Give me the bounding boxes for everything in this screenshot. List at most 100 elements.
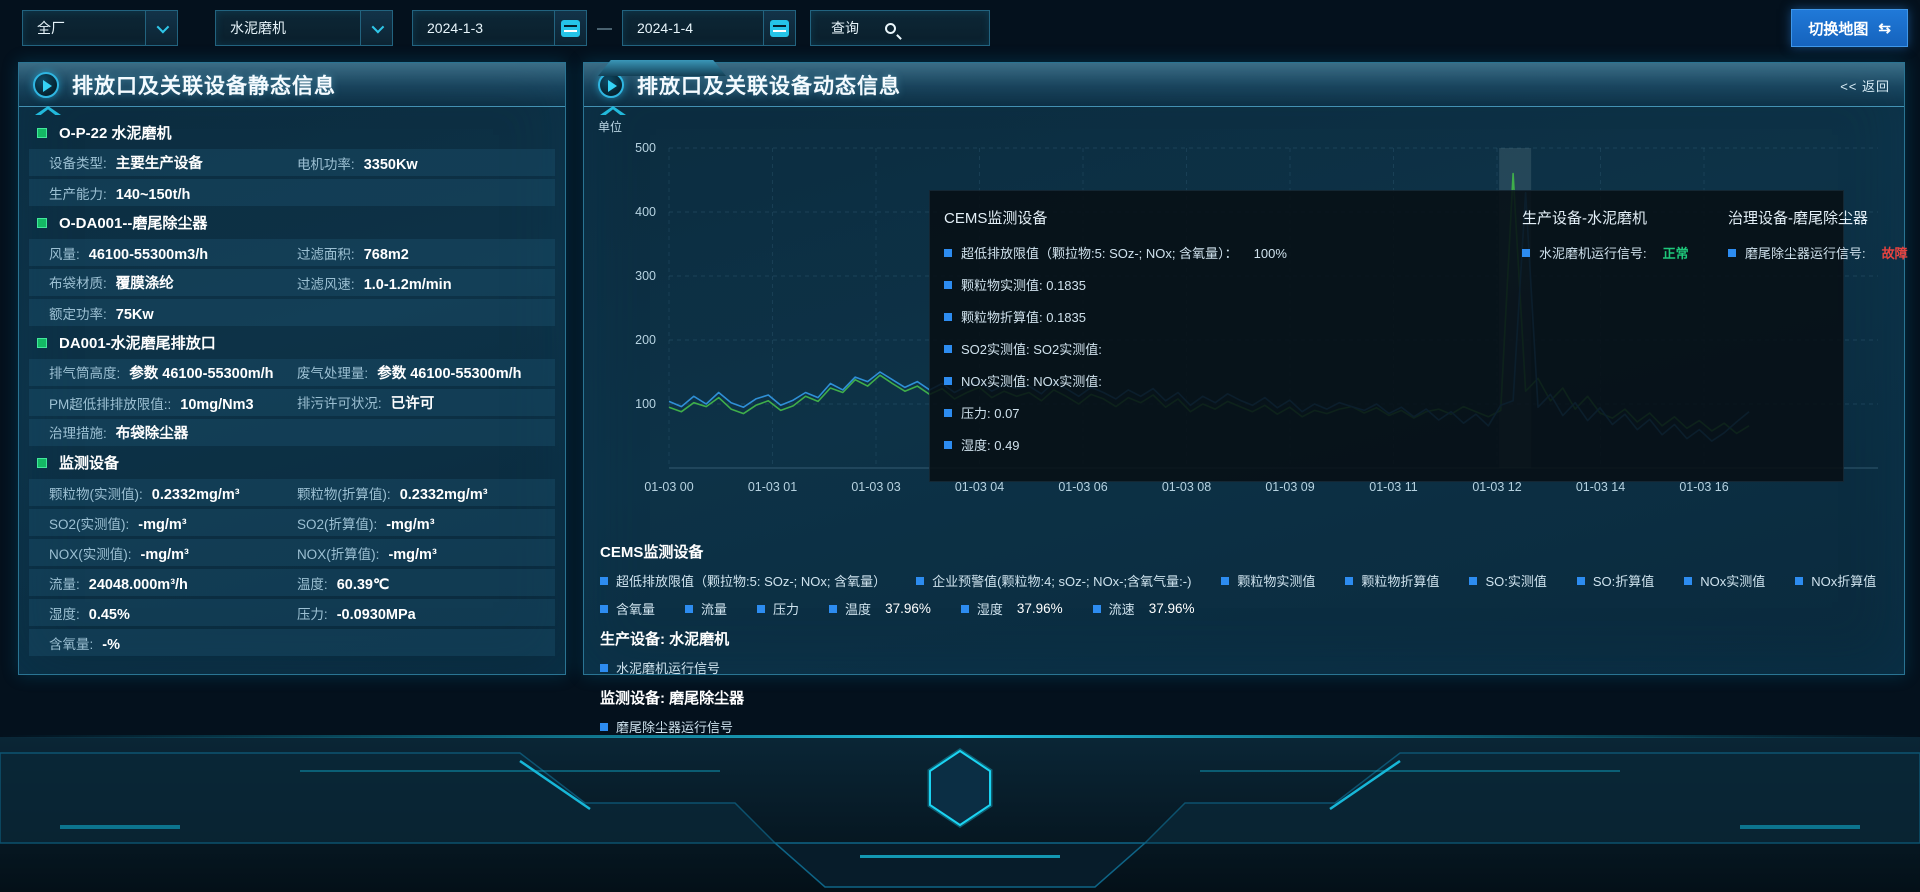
field-cell: SO2(实测值): -mg/m³ <box>49 513 297 533</box>
tooltip-item: 压力: 0.07 <box>944 403 1496 422</box>
legend-item[interactable]: 流量 <box>685 599 727 618</box>
field-cell: 过滤面积: 768m2 <box>297 243 555 263</box>
field-label: 流量: <box>49 573 80 593</box>
y-tick-label: 400 <box>635 205 656 219</box>
x-tick-label: 01-03 16 <box>1679 480 1728 494</box>
field-label: PM超低排排放限值:: <box>49 393 171 413</box>
field-cell: 压力:-0.0930MPa <box>297 603 555 623</box>
legend-item-label: NOx实测值 <box>1700 571 1765 590</box>
field-label: 废气处理量: <box>297 362 368 382</box>
legend-item[interactable]: 颗粒物折算值 <box>1345 571 1439 590</box>
field-value: 0.2332mg/m³ <box>400 487 488 503</box>
field-label: 含氧量: <box>49 633 93 653</box>
field-label: 布袋材质: <box>49 272 107 292</box>
legend-item-value: 37.96% <box>885 601 931 616</box>
legend-item[interactable]: 温度 37.96% <box>829 599 931 618</box>
device-select-dropdown-button[interactable] <box>360 11 392 45</box>
tooltip-item-label: 磨尾除尘器运行信号: <box>1745 243 1866 262</box>
field-value: 140~150t/h <box>116 187 191 203</box>
legend-item[interactable]: SO:折算值 <box>1577 571 1654 590</box>
legend-marker-icon <box>944 345 952 353</box>
field-value: -mg/m³ <box>386 517 434 533</box>
tooltip-item-label: 颗粒物折算值: 0.1835 <box>961 307 1086 326</box>
section-heading-label: DA001-水泥磨尾排放口 <box>59 332 216 353</box>
y-tick-label: 200 <box>635 333 656 347</box>
field-cell: 颗粒物(实测值):0.2332mg/m³ <box>49 483 297 503</box>
legend-item-label: 温度 <box>845 599 871 618</box>
tooltip-item-value: 故障 <box>1882 243 1908 262</box>
field-value: -mg/m³ <box>138 517 186 533</box>
switch-map-button[interactable]: 切换地图 ⇆ <box>1791 9 1908 47</box>
field-value: 覆膜涤纶 <box>116 272 174 293</box>
field-label: 电机功率: <box>297 153 355 173</box>
query-button[interactable]: 查询 <box>810 10 990 46</box>
field-row: 含氧量: -% <box>29 629 555 656</box>
legend-marker-icon <box>1093 605 1101 613</box>
field-row: 布袋材质:覆膜涤纶过滤风速:1.0-1.2m/min <box>29 269 555 296</box>
legend-marker-icon <box>1728 249 1736 257</box>
plant-select[interactable]: 全厂 <box>22 10 178 46</box>
top-toolbar: 全厂 水泥磨机 2024-1-3 — 2024-1-4 查询 <box>22 9 990 47</box>
legend-marker-icon <box>944 377 952 385</box>
device-select[interactable]: 水泥磨机 <box>215 10 393 46</box>
field-row: 额定功率:75Kw <box>29 299 555 326</box>
green-square-bullet-icon <box>37 128 47 138</box>
chevron-down-icon <box>372 20 385 33</box>
plant-select-value: 全厂 <box>23 18 145 38</box>
legend-item[interactable]: 湿度37.96% <box>961 599 1063 618</box>
legend-item[interactable]: 超低排放限值（颗拉物:5: SOz-; NOx; 含氧量） <box>600 571 886 590</box>
legend-item[interactable]: NOx折算值 <box>1795 571 1876 590</box>
legend-item-label: SO:折算值 <box>1593 571 1654 590</box>
field-label: 设备类型: <box>49 152 107 172</box>
field-value: 768m2 <box>364 247 409 263</box>
legend-marker-icon <box>1795 577 1803 585</box>
field-label: 温度: <box>297 573 328 593</box>
legend-item[interactable]: 磨尾除尘器运行信号 <box>600 717 733 736</box>
legend-item-label: 磨尾除尘器运行信号 <box>616 717 733 736</box>
end-date-input[interactable]: 2024-1-4 <box>622 10 796 46</box>
field-label: SO2(实测值): <box>49 513 129 533</box>
legend-item-value: 37.96% <box>1149 601 1195 616</box>
field-value: 布袋除尘器 <box>116 422 189 443</box>
start-date-input[interactable]: 2024-1-3 <box>412 10 587 46</box>
legend-group-title: CEMS监测设备 <box>600 541 1888 562</box>
tooltip-item: 超低排放限值（颗拉物:5: SOz-; NOx; 含氧量）：100% <box>944 243 1496 262</box>
field-value: -% <box>102 637 120 653</box>
y-tick-label: 100 <box>635 397 656 411</box>
query-button-label: 查询 <box>831 18 859 38</box>
legend-item-label: 企业预警值(颗粒物:4; sOz-; NOx-;含氧气量:-) <box>932 571 1191 590</box>
legend-item[interactable]: 企业预警值(颗粒物:4; sOz-; NOx-;含氧气量:-) <box>916 571 1191 590</box>
field-row: 生产能力:140~150t/h <box>29 179 555 206</box>
static-info-header: 排放口及关联设备静态信息 <box>19 63 565 107</box>
field-value: 主要生产设备 <box>116 152 203 173</box>
tooltip-column-title: CEMS监测设备 <box>944 207 1496 228</box>
legend-item[interactable]: 流速37.96% <box>1093 599 1195 618</box>
start-date-picker-button[interactable] <box>554 11 586 45</box>
switch-map-label: 切换地图 <box>1808 18 1868 39</box>
legend-item-label: 流量 <box>701 599 727 618</box>
plant-select-dropdown-button[interactable] <box>145 11 177 45</box>
x-tick-label: 01-03 00 <box>644 480 693 494</box>
field-cell: 布袋材质: 覆膜涤纶 <box>49 272 297 293</box>
legend-item[interactable]: NOx实测值 <box>1684 571 1765 590</box>
legend-item[interactable]: 水泥磨机运行信号 <box>600 658 720 677</box>
field-label: SO2(折算值): <box>297 513 377 533</box>
legend-item[interactable]: SO:实测值 <box>1469 571 1546 590</box>
legend-marker-icon <box>600 577 608 585</box>
section-heading-label: 监测设备 <box>59 452 119 473</box>
legend-item[interactable]: 颗粒物实测值 <box>1221 571 1315 590</box>
switch-arrows-icon: ⇆ <box>1878 19 1891 37</box>
field-label: 过滤面积: <box>297 243 355 263</box>
dynamic-info-header: 排放口及关联设备动态信息 << 返回 <box>584 63 1904 107</box>
tooltip-item-label: SO2实测值: SO2实测值: <box>961 339 1102 358</box>
end-date-picker-button[interactable] <box>763 11 795 45</box>
field-value: 已许可 <box>391 392 435 413</box>
legend-item[interactable]: 压力 <box>757 599 799 618</box>
legend-marker-icon <box>1684 577 1692 585</box>
tooltip-column: 生产设备-水泥磨机水泥磨机运行信号:正常 <box>1522 207 1702 467</box>
legend-item[interactable]: 含氧量 <box>600 599 655 618</box>
legend-marker-icon <box>944 281 952 289</box>
back-link[interactable]: << 返回 <box>1840 76 1890 95</box>
field-label: 风量: <box>49 243 80 263</box>
field-value: 0.2332mg/m³ <box>152 487 240 503</box>
